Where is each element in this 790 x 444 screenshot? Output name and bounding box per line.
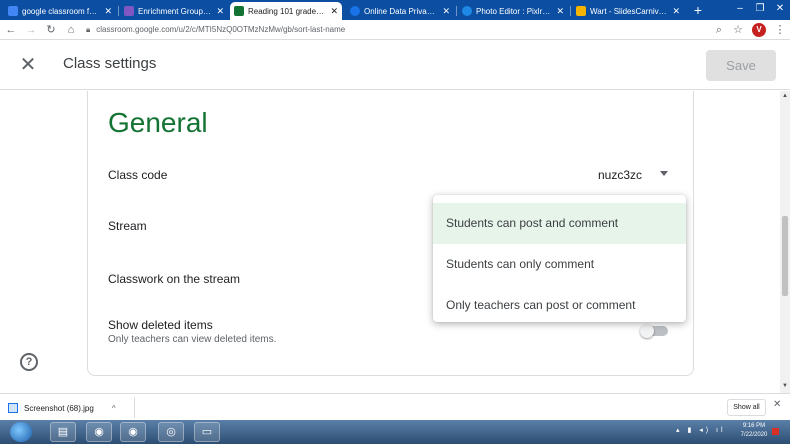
- download-file-name: Screenshot (68).jpg: [24, 403, 94, 413]
- address-bar[interactable]: 🔒︎ classroom.google.com/u/2/c/MTI5NzQ0OT…: [86, 23, 706, 37]
- image-file-icon: [8, 403, 18, 413]
- download-item[interactable]: Screenshot (68).jpg ^: [8, 399, 134, 417]
- url-text: classroom.google.com/u/2/c/MTI5NzQ0OTMzN…: [96, 25, 346, 34]
- slides-icon: [576, 6, 586, 16]
- media-player-icon[interactable]: ◎: [158, 422, 184, 442]
- classroom-icon: [350, 6, 360, 16]
- home-icon[interactable]: ⌂: [64, 23, 78, 37]
- profile-avatar[interactable]: V: [752, 23, 766, 37]
- class-code-value: nuzc3zc: [598, 168, 643, 182]
- tab-title: Enrichment Group - Goo: [138, 6, 212, 16]
- tab-title: Reading 101 gradebook: [248, 6, 327, 16]
- close-tab-icon[interactable]: ✕: [216, 6, 224, 17]
- browser-tab[interactable]: Wart - SlidesCarnival - G ✕: [572, 2, 684, 20]
- system-tray-icons[interactable]: ▴ ▮ ◂) ıl: [676, 426, 726, 434]
- stream-option-only-comment[interactable]: Students can only comment: [433, 244, 686, 285]
- tab-title: google classroom faqs a: [22, 6, 101, 16]
- window-close-icon[interactable]: ✕: [770, 2, 790, 16]
- menu-kebab-icon[interactable]: ⋮: [773, 23, 787, 37]
- stream-option-post-and-comment[interactable]: Students can post and comment: [433, 203, 686, 244]
- close-tab-icon[interactable]: ✕: [442, 6, 450, 17]
- chevron-down-icon[interactable]: [660, 171, 668, 176]
- docs-icon: [8, 6, 18, 16]
- scrollbar-thumb[interactable]: [782, 216, 788, 296]
- classwork-stream-label: Classwork on the stream: [108, 272, 241, 286]
- tab-title: Wart - SlidesCarnival - G: [590, 6, 668, 16]
- browser-tab-active[interactable]: Reading 101 gradebook ✕: [230, 2, 342, 20]
- close-tab-icon[interactable]: ✕: [104, 6, 112, 17]
- system-clock[interactable]: 9:16 PM 7/22/2020: [736, 422, 772, 440]
- stream-label: Stream: [108, 219, 147, 233]
- pixlr-icon: [462, 6, 472, 16]
- back-arrow-icon[interactable]: ←: [4, 23, 18, 37]
- clock-time: 9:16 PM: [742, 423, 766, 429]
- close-icon[interactable]: ✕: [16, 53, 40, 77]
- forward-arrow-icon[interactable]: →: [24, 23, 38, 37]
- file-explorer-icon[interactable]: ▤: [50, 422, 76, 442]
- settings-header: ✕ Class settings Save: [0, 41, 790, 90]
- show-deleted-toggle[interactable]: [640, 324, 670, 338]
- close-tab-icon[interactable]: ✕: [672, 6, 680, 17]
- scroll-up-icon[interactable]: ▲: [782, 93, 788, 99]
- vertical-scrollbar[interactable]: ▲ ▼: [780, 91, 790, 393]
- show-all-button[interactable]: Show all: [727, 399, 766, 416]
- browser-tab-strip: google classroom faqs a ✕ Enrichment Gro…: [0, 0, 790, 20]
- browser-toolbar: ← → ↻ ⌂ 🔒︎ classroom.google.com/u/2/c/MT…: [0, 20, 790, 40]
- close-downloads-icon[interactable]: ✕: [773, 399, 781, 410]
- chrome-profile-icon[interactable]: ◉: [120, 422, 146, 442]
- scroll-down-icon[interactable]: ▼: [782, 383, 788, 389]
- clock-date: 7/22/2020: [740, 432, 768, 438]
- class-code-label: Class code: [108, 168, 168, 182]
- browser-tab[interactable]: Photo Editor : Pixlr X - fr ✕: [458, 2, 568, 20]
- page-title: Class settings: [63, 55, 157, 72]
- settings-content: General Class code nuzc3zc Stream Classw…: [0, 91, 780, 393]
- downloads-bar: Screenshot (68).jpg ^ Show all ✕: [0, 393, 790, 420]
- restore-icon[interactable]: ❐: [750, 2, 770, 16]
- zoom-icon[interactable]: ⌕: [712, 23, 726, 37]
- show-deleted-label: Show deleted items: [108, 318, 213, 332]
- section-title: General: [108, 107, 208, 138]
- lock-icon: 🔒︎: [86, 25, 91, 34]
- show-deleted-description: Only teachers can view deleted items.: [108, 334, 277, 345]
- tab-title: Photo Editor : Pixlr X - fr: [476, 6, 552, 16]
- app-window-icon[interactable]: ▭: [194, 422, 220, 442]
- chevron-up-icon[interactable]: ^: [112, 404, 116, 413]
- toggle-knob: [640, 324, 654, 338]
- windows-taskbar: ▤ ◉ ◉ ◎ ▭ ▴ ▮ ◂) ıl 9:16 PM 7/22/2020: [0, 420, 790, 444]
- reload-icon[interactable]: ↻: [44, 23, 58, 37]
- help-icon[interactable]: ?: [20, 353, 38, 371]
- close-tab-icon[interactable]: ✕: [330, 6, 338, 17]
- sheets-icon: [234, 6, 244, 16]
- browser-tab[interactable]: google classroom faqs a ✕: [4, 2, 116, 20]
- forms-icon: [124, 6, 134, 16]
- minimize-icon[interactable]: –: [730, 2, 750, 16]
- action-center-icon[interactable]: [772, 428, 779, 435]
- tab-title: Online Data Privacy - Go: [364, 6, 438, 16]
- bookmark-star-icon[interactable]: ☆: [731, 23, 745, 37]
- browser-tab[interactable]: Online Data Privacy - Go ✕: [346, 2, 454, 20]
- start-button[interactable]: [10, 422, 32, 442]
- save-button[interactable]: Save: [706, 50, 776, 81]
- stream-option-teachers-only[interactable]: Only teachers can post or comment: [433, 285, 686, 326]
- chrome-icon[interactable]: ◉: [86, 422, 112, 442]
- browser-tab[interactable]: Enrichment Group - Goo ✕: [120, 2, 228, 20]
- stream-options-menu: Students can post and comment Students c…: [433, 195, 686, 322]
- close-tab-icon[interactable]: ✕: [556, 6, 564, 17]
- new-tab-button[interactable]: +: [690, 2, 706, 18]
